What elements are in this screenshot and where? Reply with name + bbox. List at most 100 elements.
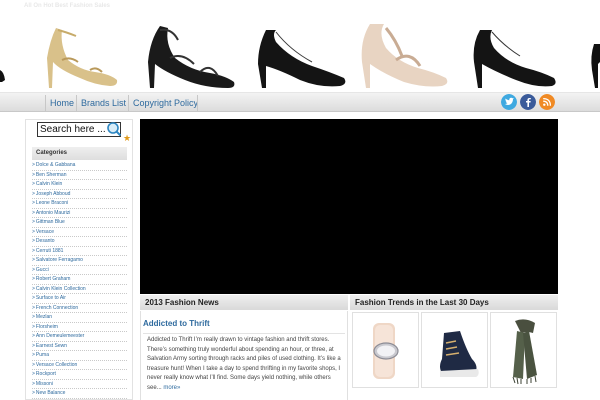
arrow-right-icon: > <box>32 238 35 244</box>
arrow-right-icon: > <box>32 266 35 273</box>
more-link[interactable]: more» <box>163 385 180 391</box>
nav-separator <box>197 95 198 111</box>
shoe-image-4 <box>361 24 448 88</box>
category-label: Versace <box>35 228 54 235</box>
category-item[interactable]: >Mezlan <box>32 313 127 323</box>
category-item[interactable]: >Cerruti 1881 <box>32 247 127 256</box>
trend-item-sneaker[interactable] <box>421 312 488 388</box>
arrow-right-icon: > <box>32 209 35 216</box>
category-label: Ben Sherman <box>35 171 67 178</box>
category-item[interactable]: >Puma <box>32 351 127 361</box>
category-item[interactable]: >Calvin Klein <box>32 180 127 190</box>
category-label: Versace Collection <box>35 361 78 368</box>
category-label: Antonio Maurizi <box>35 209 71 216</box>
arrow-right-icon: > <box>32 352 35 358</box>
category-label: Joseph Abboud <box>35 190 71 197</box>
trends-section-title: Fashion Trends in the Last 30 Days <box>350 295 558 310</box>
header-banner: All On Hot Best Fashion Sales <box>0 0 600 92</box>
category-item[interactable]: >Ann Demeulemeester <box>32 332 127 342</box>
arrow-right-icon: > <box>32 390 35 396</box>
main-nav: Home Brands List Copyright Policy <box>0 92 600 112</box>
category-item[interactable]: >Missoni <box>32 380 127 389</box>
category-item[interactable]: >Leone Braconi <box>32 199 127 209</box>
categories-title: Categories <box>32 147 127 160</box>
category-item[interactable]: >Joseph Abboud <box>32 190 127 199</box>
category-label: Robert Graham <box>35 276 71 282</box>
shoe-image-1 <box>47 28 118 88</box>
rss-icon[interactable] <box>539 94 555 110</box>
sidebar: Search here ... ★ Categories >Dolce & Ga… <box>25 119 133 400</box>
trend-item-scarf[interactable] <box>490 312 557 388</box>
category-list: >Dolce & Gabbana >Ben Sherman >Calvin Kl… <box>32 161 127 399</box>
arrow-right-icon: > <box>32 323 35 330</box>
arrow-right-icon: > <box>32 342 35 349</box>
watch-image <box>373 323 399 379</box>
shoe-banner <box>0 24 600 88</box>
category-label: Gucci <box>35 266 49 273</box>
nav-copyright-policy[interactable]: Copyright Policy <box>130 93 201 113</box>
category-item[interactable]: >Desanto <box>32 237 127 247</box>
category-label: Leone Braconi <box>35 200 69 206</box>
category-item[interactable]: >Florsheim <box>32 323 127 332</box>
category-item[interactable]: >Versace <box>32 228 127 237</box>
category-label: Missoni <box>35 380 53 387</box>
arrow-right-icon: > <box>32 371 35 377</box>
category-item[interactable]: >Gucci <box>32 266 127 275</box>
arrow-right-icon: > <box>32 361 35 368</box>
arrow-right-icon: > <box>32 314 35 320</box>
star-icon: ★ <box>123 133 132 143</box>
category-label: French Connection <box>35 304 79 311</box>
category-label: Mezlan <box>35 314 53 320</box>
category-item[interactable]: >Surface to Air <box>32 294 127 304</box>
twitter-icon[interactable] <box>501 94 517 110</box>
category-item[interactable]: >Gittman Blue <box>32 218 127 228</box>
page: All On Hot Best Fashion Sales Home Brand… <box>0 0 600 400</box>
category-label: Gittman Blue <box>35 219 65 225</box>
category-item[interactable]: >Versace Collection <box>32 361 127 370</box>
news-article-title[interactable]: Addicted to Thrift <box>143 319 210 328</box>
arrow-right-icon: > <box>32 276 35 282</box>
arrow-right-icon: > <box>32 162 35 168</box>
video-player[interactable] <box>140 119 558 294</box>
category-item[interactable]: >New Balance <box>32 389 127 399</box>
shoe-image-5 <box>473 30 556 88</box>
category-label: Florsheim <box>35 323 58 330</box>
arrow-right-icon: > <box>32 333 35 339</box>
category-item[interactable]: >Calvin Klein Collection <box>32 285 127 294</box>
category-label: Earnest Sewn <box>35 342 68 349</box>
nav-separator <box>76 95 77 111</box>
category-label: Puma <box>35 352 49 358</box>
arrow-right-icon: > <box>32 190 35 197</box>
arrow-right-icon: > <box>32 228 35 235</box>
category-label: Cerruti 1881 <box>35 247 64 254</box>
nav-separator <box>45 95 46 111</box>
category-label: Rockport <box>35 371 56 377</box>
category-label: Salvatore Ferragamo <box>35 257 83 263</box>
category-item[interactable]: >Earnest Sewn <box>32 342 127 351</box>
sneaker-image <box>440 331 479 377</box>
category-item[interactable]: >Ben Sherman <box>32 171 127 180</box>
facebook-icon[interactable] <box>520 94 536 110</box>
nav-home[interactable]: Home <box>47 93 77 113</box>
news-article-body: Addicted to Thrift I’m really drawn to v… <box>147 336 343 393</box>
category-item[interactable]: >Robert Graham <box>32 275 127 285</box>
category-item[interactable]: >Dolce & Gabbana <box>32 161 127 171</box>
arrow-right-icon: > <box>32 285 35 292</box>
category-label: Surface to Air <box>35 295 66 301</box>
category-item[interactable]: >French Connection <box>32 304 127 313</box>
category-label: Calvin Klein Collection <box>35 285 86 292</box>
arrow-right-icon: > <box>32 247 35 254</box>
arrow-right-icon: > <box>32 171 35 178</box>
search-icon[interactable] <box>106 121 122 137</box>
news-article-text: Addicted to Thrift I’m really drawn to v… <box>147 337 341 391</box>
category-label: Desanto <box>35 238 55 244</box>
category-item[interactable]: >Salvatore Ferragamo <box>32 256 127 266</box>
shoe-image-0 <box>0 70 5 82</box>
category-item[interactable]: >Antonio Maurizi <box>32 209 127 218</box>
trend-item-watch[interactable] <box>352 312 419 388</box>
category-item[interactable]: >Rockport <box>32 370 127 380</box>
scarf-image <box>512 319 537 385</box>
arrow-right-icon: > <box>32 257 35 263</box>
shoe-image-3 <box>258 30 346 88</box>
nav-brands-list[interactable]: Brands List <box>78 93 129 113</box>
